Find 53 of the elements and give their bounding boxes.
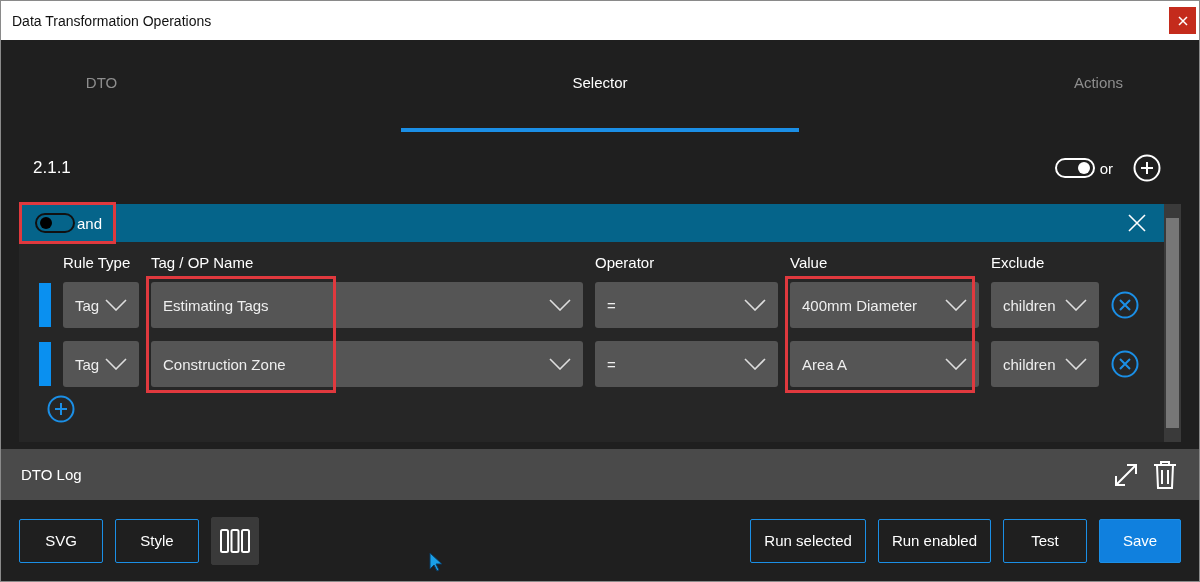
dropdown[interactable]: children [991,341,1099,387]
dropdown[interactable]: Tag [63,282,139,328]
chevron-down-icon [945,358,967,370]
dropdown[interactable]: Tag [63,341,139,387]
chevron-down-icon [1065,299,1087,311]
toggle-label: and [77,214,103,232]
close-icon [1177,15,1188,26]
column-header: Rule Type [63,252,132,273]
toggle-label: or [1099,159,1113,177]
column-header: Value [790,252,829,273]
footer-button[interactable]: Run selected [750,518,866,563]
window-title: Data Transformation Operations [12,12,212,29]
expand-icon[interactable] [1113,461,1139,488]
close-icon[interactable] [1128,214,1146,232]
chevron-down-icon [105,358,127,370]
pointer-icon [429,551,443,572]
dropdown[interactable]: = [595,282,778,328]
log-title: DTO Log [21,466,82,483]
dropdown[interactable]: 400mm Diameter [790,282,979,328]
toggle-switch[interactable] [35,213,75,233]
chevron-down-icon [744,358,766,370]
chevron-down-icon [549,358,571,370]
dropdown[interactable]: children [991,282,1099,328]
save-button[interactable]: Save [1099,518,1181,563]
dropdown[interactable]: Area A [790,341,979,387]
column-header: Operator [595,252,656,273]
remove-icon[interactable] [1111,350,1139,378]
dropdown[interactable]: = [595,341,778,387]
chevron-down-icon [105,299,127,311]
chevron-down-icon [744,299,766,311]
scrollbar[interactable] [1164,204,1181,442]
footer-button[interactable]: Run enabled [877,518,991,563]
columns-icon [220,528,250,553]
trash-icon[interactable] [1153,459,1177,490]
chevron-down-icon [1065,358,1087,370]
chevron-down-icon [945,299,967,311]
tab[interactable]: Actions [1001,40,1196,132]
dropdown[interactable]: Construction Zone [151,341,583,387]
row-marker [39,342,51,386]
column-header: Tag / OP Name [151,252,255,273]
footer-button[interactable]: SVG [19,518,103,563]
tab[interactable]: DTO [4,40,199,132]
columns-button[interactable] [211,516,259,565]
footer-button[interactable]: Test [1003,518,1087,563]
footer-button[interactable]: Style [115,518,199,563]
dropdown[interactable]: Estimating Tags [151,282,583,328]
row-marker [39,283,51,327]
close-button[interactable] [1169,7,1196,34]
remove-icon[interactable] [1111,291,1139,319]
column-header: Exclude [991,252,1046,273]
group-label: 2.1.1 [33,158,71,178]
tab[interactable]: Selector [401,40,799,132]
chevron-down-icon [549,299,571,311]
